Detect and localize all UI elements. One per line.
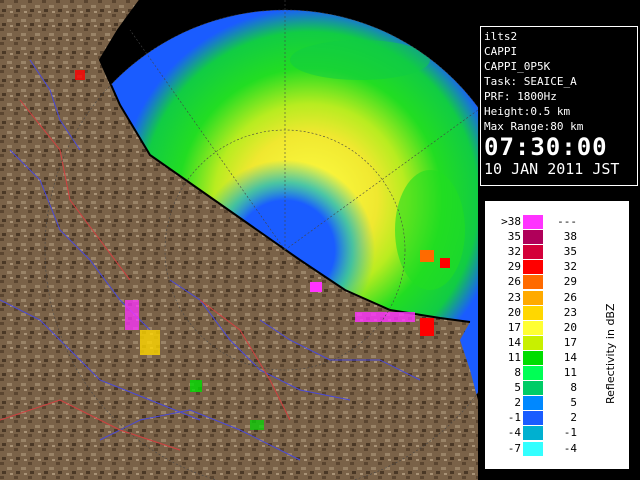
legend-lower-bound: 14 [507, 335, 521, 349]
legend-lower-bound: 11 [507, 350, 521, 364]
legend-upper-bound: 20 [563, 320, 577, 334]
legend-row: 32 35 [485, 245, 585, 260]
legend-color-swatch [523, 290, 543, 305]
legend-row: 14 17 [485, 335, 585, 350]
legend-upper-bound: 26 [563, 290, 577, 304]
legend-upper-bound: 8 [570, 381, 577, 395]
legend-upper-bound: 14 [563, 350, 577, 364]
legend-color-swatch [523, 245, 543, 260]
height-label: Height:0.5 km [484, 105, 571, 118]
legend-lower-bound: 20 [507, 305, 521, 319]
legend-color-swatch [523, 230, 543, 245]
observation-time: 07:30:00 [484, 133, 608, 161]
legend-lower-bound: 32 [507, 245, 521, 259]
legend-color-swatch [523, 335, 543, 350]
station-name: ilts2 [484, 30, 518, 43]
task-label: Task: SEAICE_A [484, 75, 577, 88]
legend-upper-bound: 2 [570, 411, 577, 425]
legend-upper-bound: --- [557, 215, 577, 228]
legend-color-swatch [523, 260, 543, 275]
legend-upper-bound: 29 [563, 275, 577, 289]
legend-lower-bound: 2 [514, 396, 521, 410]
legend-color-swatch [523, 381, 543, 396]
legend-row: 23 26 [485, 290, 585, 305]
legend-upper-bound: 38 [563, 230, 577, 244]
legend-row: -4 -1 [485, 426, 585, 441]
max-range-label: Max Range:80 km [484, 120, 584, 133]
legend-row: >38 --- [485, 215, 585, 229]
radar-map[interactable] [0, 0, 478, 480]
legend-lower-bound: >38 [501, 215, 521, 228]
legend-row: 11 14 [485, 350, 585, 365]
legend-upper-bound: -4 [563, 441, 577, 455]
legend-row: 17 20 [485, 320, 585, 335]
legend-upper-bound: 11 [563, 366, 577, 379]
legend-upper-bound: 35 [563, 245, 577, 259]
legend-lower-bound: 8 [514, 366, 521, 379]
legend-color-swatch [523, 426, 543, 441]
legend-row: 58 [485, 381, 585, 396]
legend-color-swatch [523, 215, 543, 229]
legend-color-swatch [523, 275, 543, 290]
radar-info-panel: ilts2 CAPPI CAPPI_0P5K Task: SEAICE_A PR… [480, 26, 638, 186]
legend-row: 25 [485, 396, 585, 411]
legend-row: -1 2 [485, 411, 585, 426]
product-type: CAPPI [484, 45, 518, 58]
legend-row: 26 29 [485, 275, 585, 290]
legend-lower-bound: -7 [507, 441, 521, 455]
legend-upper-bound: 32 [563, 260, 577, 274]
legend-lower-bound: 23 [507, 290, 521, 304]
legend-row: 29 32 [485, 260, 585, 275]
legend-lower-bound: 35 [507, 230, 521, 244]
legend-color-swatch [523, 441, 543, 456]
legend-color-swatch [523, 366, 543, 380]
legend-color-swatch [523, 411, 543, 426]
legend-upper-bound: -1 [563, 426, 577, 440]
legend-lower-bound: -4 [507, 426, 521, 440]
legend-color-swatch [523, 305, 543, 320]
legend-color-swatch [523, 350, 543, 365]
legend-upper-bound: 5 [570, 396, 577, 410]
prf-label: PRF: 1800Hz [484, 90, 557, 103]
legend-lower-bound: 17 [507, 320, 521, 334]
legend-lower-bound: 5 [514, 381, 521, 395]
legend-lower-bound: -1 [507, 411, 521, 425]
legend-color-swatch [523, 396, 543, 411]
legend-title: Reflectivity in dBZ [604, 303, 617, 404]
legend-color-swatch [523, 320, 543, 335]
legend-upper-bound: 17 [563, 335, 577, 349]
legend-row: 20 23 [485, 305, 585, 320]
legend-row: -7 -4 [485, 441, 585, 456]
observation-date: 10 JAN 2011 JST [484, 160, 620, 178]
legend-upper-bound: 23 [563, 305, 577, 319]
legend-row: 8 11 [485, 366, 585, 380]
legend-row: 35 38 [485, 230, 585, 245]
product-id: CAPPI_0P5K [484, 60, 551, 73]
legend-lower-bound: 29 [507, 260, 521, 274]
legend-lower-bound: 26 [507, 275, 521, 289]
